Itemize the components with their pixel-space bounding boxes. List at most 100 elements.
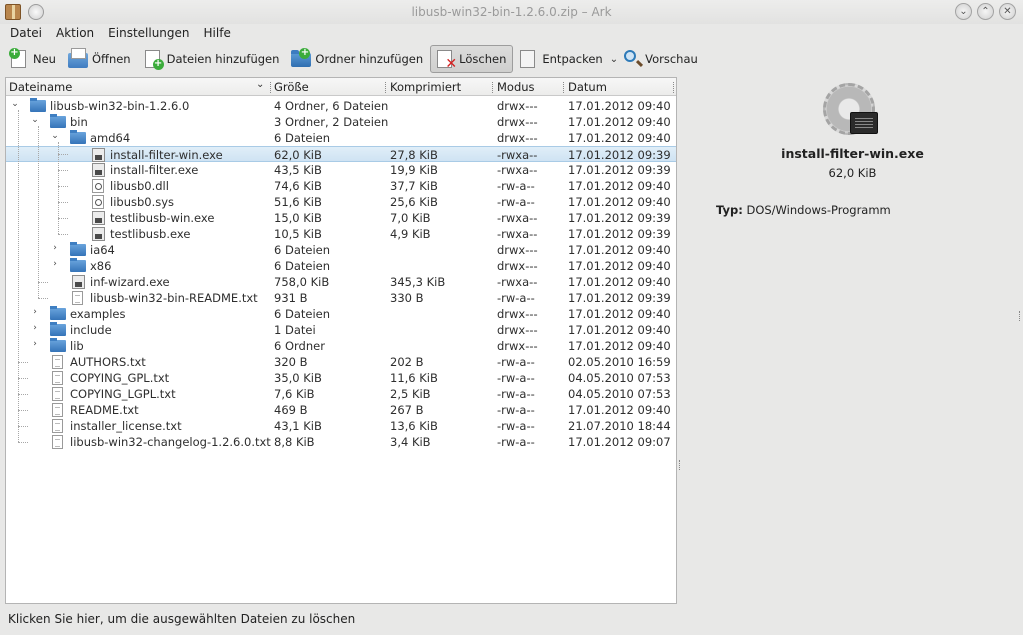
extract-button[interactable]: Entpacken [513,45,609,73]
tree-folder-row[interactable]: ⌄ bin 3 Ordner, 2 Dateien drwx--- 17.01.2012… [6,114,676,130]
tree-folder-row[interactable]: › lib 6 Ordner drwx--- 17.01.2012 09:40 [6,338,676,354]
add-folder-button[interactable]: + Ordner hinzufügen [286,45,430,73]
tree-folder-row[interactable]: › include 1 Datei drwx--- 17.01.2012 09:40 [6,322,676,338]
file-date-cell: 17.01.2012 09:39 [568,163,671,177]
expand-chevron-right-icon[interactable]: › [50,243,60,253]
file-size-cell: 320 B [274,355,308,369]
file-date-cell: 17.01.2012 09:40 [568,195,671,209]
delete-button[interactable]: ✕ Löschen [430,45,514,73]
tree-file-row[interactable]: testlibusb.exe 10,5 KiB 4,9 KiB -rwxa-- 17.0… [6,226,676,242]
window-edge-handle[interactable] [1019,311,1022,321]
expand-chevron-down-icon[interactable]: ⌄ [10,99,20,109]
compressed-size-cell: 2,5 KiB [390,387,431,401]
folder-icon [70,258,86,272]
text-file-icon [52,419,63,433]
file-size-cell: 4 Ordner, 6 Dateien [274,99,389,113]
archive-file-tree[interactable]: Dateiname ⌄ Größe Komprimiert Modus Datu… [5,77,677,604]
expand-chevron-down-icon[interactable]: ⌄ [30,115,40,125]
column-mode-header[interactable]: Modus [497,80,535,94]
file-date-cell: 04.05.2010 07:53 [568,387,671,401]
open-button[interactable]: Öffnen [63,45,138,73]
file-name-cell: libusb-win32-changelog-1.2.6.0.txt [70,435,271,449]
folder-icon [50,306,66,320]
column-size-header[interactable]: Größe [274,80,309,94]
sort-chevron-down-icon[interactable]: ⌄ [256,79,264,90]
column-divider[interactable] [270,82,271,93]
tree-folder-row[interactable]: › x86 6 Dateien drwx--- 17.01.2012 09:40 [6,258,676,274]
tree-file-row[interactable]: libusb-win32-changelog-1.2.6.0.txt 8,8 Ki… [6,434,676,450]
expand-chevron-right-icon[interactable]: › [30,307,40,317]
file-mode-cell: drwx--- [497,131,538,145]
tree-file-row[interactable]: installer_license.txt 43,1 KiB 13,6 KiB -rw… [6,418,676,434]
tree-folder-row[interactable]: ⌄ amd64 6 Dateien drwx--- 17.01.2012 09:40 [6,130,676,146]
delete-icon: ✕ [435,48,457,71]
expand-chevron-right-icon[interactable]: › [30,339,40,349]
tree-file-row[interactable]: testlibusb-win.exe 15,0 KiB 7,0 KiB -rwxa--… [6,210,676,226]
file-size-cell: 62,0 KiB [274,148,322,162]
menu-hilfe[interactable]: Hilfe [197,24,238,44]
preview-magnifier-icon [621,48,641,70]
file-name-cell: COPYING_LGPL.txt [70,387,176,401]
file-date-cell: 17.01.2012 09:40 [568,115,671,129]
tree-folder-row[interactable]: › examples 6 Dateien drwx--- 17.01.2012 09:4… [6,306,676,322]
tree-folder-row[interactable]: ⌄ libusb-win32-bin-1.2.6.0 4 Ordner, 6 Dat… [6,98,676,114]
tree-file-row[interactable]: COPYING_LGPL.txt 7,6 KiB 2,5 KiB -rw-a-- 04.… [6,386,676,402]
extract-button-label: Entpacken [542,52,603,66]
folder-icon [50,114,66,128]
column-divider[interactable] [673,82,674,93]
expand-chevron-down-icon[interactable]: ⌄ [50,131,60,141]
file-date-cell: 17.01.2012 09:39 [568,291,671,305]
main-toolbar: + Neu Öffnen + Dateien hinzufügen + Ordn… [0,44,1023,74]
folder-icon [70,242,86,256]
compressed-size-cell: 7,0 KiB [390,211,431,225]
file-date-cell: 02.05.2010 16:59 [568,355,671,369]
menu-bar: Datei Aktion Einstellungen Hilfe [0,24,1023,44]
tree-file-row[interactable]: install-filter.exe 43,5 KiB 19,9 KiB -rwxa-… [6,162,676,178]
file-date-cell: 17.01.2012 09:39 [568,211,671,225]
column-name-header[interactable]: Dateiname [9,80,72,94]
add-files-label: Dateien hinzufügen [166,52,280,66]
new-archive-icon: + [9,48,29,70]
extract-dropdown-chevron-icon[interactable]: ⌄ [610,54,618,65]
menu-datei[interactable]: Datei [3,24,49,44]
folder-icon [50,338,66,352]
system-file-icon [92,195,104,209]
tree-file-row[interactable]: install-filter-win.exe 62,0 KiB 27,8 KiB -r… [6,146,676,162]
minimize-button[interactable]: ⌄ [955,3,972,20]
tree-file-row[interactable]: AUTHORS.txt 320 B 202 B -rw-a-- 02.05.2010 1… [6,354,676,370]
tree-file-row[interactable]: README.txt 469 B 267 B -rw-a-- 17.01.2012 09… [6,402,676,418]
menu-einstellungen[interactable]: Einstellungen [101,24,196,44]
tree-file-row[interactable]: inf-wizard.exe 758,0 KiB 345,3 KiB -rwxa-- 1… [6,274,676,290]
file-size-cell: 6 Dateien [274,243,331,257]
tree-guide-line [18,394,28,395]
column-date-header[interactable]: Datum [568,80,607,94]
file-mode-cell: -rw-a-- [497,403,535,417]
file-size-cell: 43,5 KiB [274,163,322,177]
file-size-cell: 6 Dateien [274,131,331,145]
new-button[interactable]: + Neu [4,45,63,73]
column-divider[interactable] [492,82,493,93]
tree-guide-line [18,362,28,363]
tree-file-row[interactable]: libusb-win32-bin-README.txt 931 B 330 B -rw… [6,290,676,306]
expand-chevron-right-icon[interactable]: › [50,259,60,269]
preview-button[interactable]: Vorschau [620,45,705,73]
menu-aktion[interactable]: Aktion [49,24,101,44]
compressed-size-cell: 13,6 KiB [390,419,438,433]
column-divider[interactable] [563,82,564,93]
column-compressed-header[interactable]: Komprimiert [390,80,461,94]
column-divider[interactable] [385,82,386,93]
tree-guide-line [18,110,19,442]
panel-splitter-handle[interactable] [679,460,682,470]
tree-folder-row[interactable]: › ia64 6 Dateien drwx--- 17.01.2012 09:40 [6,242,676,258]
tree-file-row[interactable]: libusb0.dll 74,6 KiB 37,7 KiB -rw-a-- 17.01.… [6,178,676,194]
file-name-cell: testlibusb.exe [110,227,191,241]
tree-file-row[interactable]: COPYING_GPL.txt 35,0 KiB 11,6 KiB -rw-a-- 04… [6,370,676,386]
expand-chevron-right-icon[interactable]: › [30,323,40,333]
file-size-cell: 931 B [274,291,308,305]
tree-file-row[interactable]: libusb0.sys 51,6 KiB 25,6 KiB -rw-a-- 17.01.… [6,194,676,210]
maximize-button[interactable]: ⌃ [977,3,994,20]
close-button[interactable]: ✕ [999,3,1016,20]
text-file-icon [52,355,63,369]
add-files-button[interactable]: + Dateien hinzufügen [138,45,287,73]
file-name-cell: amd64 [90,131,131,145]
